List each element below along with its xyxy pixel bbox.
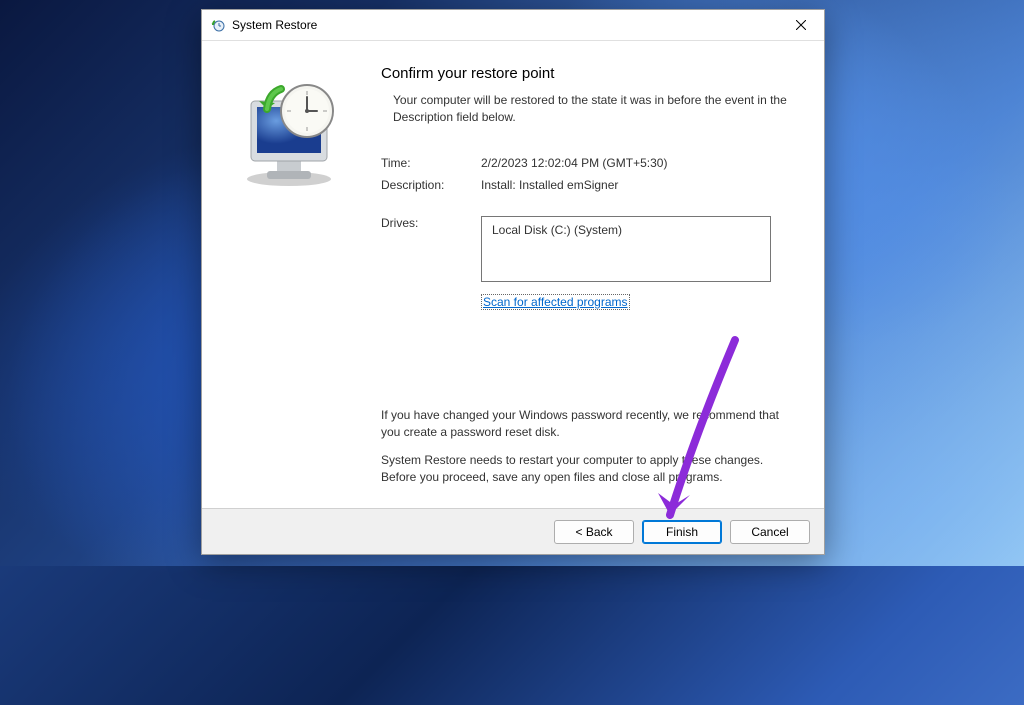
content-area: Confirm your restore point Your computer… xyxy=(202,40,824,508)
password-note: If you have changed your Windows passwor… xyxy=(381,407,796,441)
restore-illustration-icon xyxy=(229,71,349,191)
drives-listbox[interactable]: Local Disk (C:) (System) xyxy=(481,216,771,282)
restart-note: System Restore needs to restart your com… xyxy=(381,452,796,486)
drives-row: Drives: Local Disk (C:) (System) xyxy=(381,216,796,282)
page-heading: Confirm your restore point xyxy=(381,65,796,82)
drive-item[interactable]: Local Disk (C:) (System) xyxy=(492,223,760,237)
back-button[interactable]: < Back xyxy=(554,520,634,544)
description-row: Description: Install: Installed emSigner xyxy=(381,178,796,192)
close-button[interactable] xyxy=(778,10,824,40)
system-restore-dialog: System Restore xyxy=(201,9,825,555)
button-row: < Back Finish Cancel xyxy=(202,508,824,554)
page-subtext: Your computer will be restored to the st… xyxy=(393,92,796,126)
titlebar: System Restore xyxy=(202,10,824,40)
finish-button[interactable]: Finish xyxy=(642,520,722,544)
description-label: Description: xyxy=(381,178,481,192)
drives-label: Drives: xyxy=(381,216,481,282)
window-title: System Restore xyxy=(232,18,778,32)
time-label: Time: xyxy=(381,156,481,170)
right-panel: Confirm your restore point Your computer… xyxy=(375,41,824,508)
time-value: 2/2/2023 12:02:04 PM (GMT+5:30) xyxy=(481,156,796,170)
description-value: Install: Installed emSigner xyxy=(481,178,796,192)
left-panel xyxy=(202,41,375,508)
time-row: Time: 2/2/2023 12:02:04 PM (GMT+5:30) xyxy=(381,156,796,170)
scan-affected-programs-link[interactable]: Scan for affected programs xyxy=(481,294,630,310)
cancel-button[interactable]: Cancel xyxy=(730,520,810,544)
app-icon xyxy=(210,17,226,33)
